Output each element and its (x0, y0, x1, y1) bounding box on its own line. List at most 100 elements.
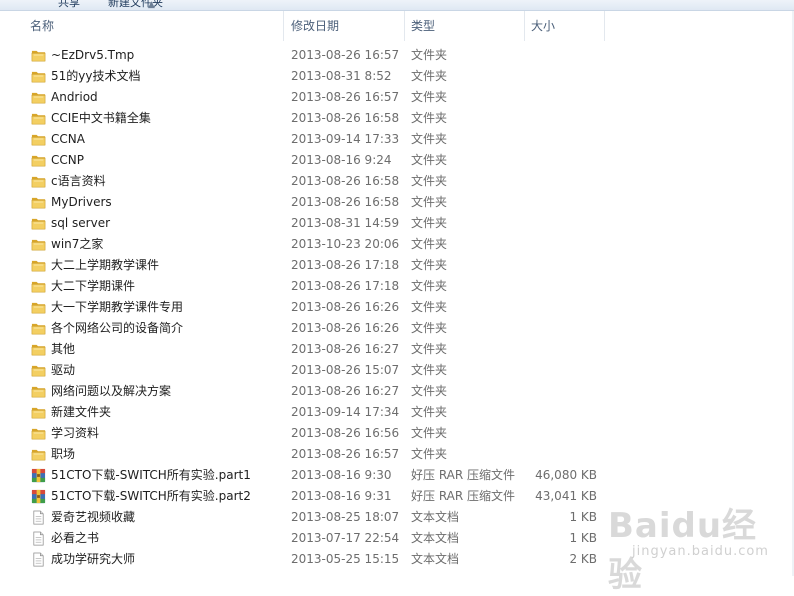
file-row[interactable]: ~EzDrv5.Tmp 2013-08-26 16:57 文件夹 (0, 45, 794, 66)
file-name: 成功学研究大师 (51, 552, 136, 566)
file-name: 51CTO下载-SWITCH所有实验.part1 (51, 468, 251, 482)
file-name: 职场 (51, 447, 76, 461)
file-type: 文本文档 (411, 510, 460, 524)
file-name: 必看之书 (51, 531, 100, 545)
file-name: 驱动 (51, 363, 76, 377)
file-modified-date: 2013-08-26 16:27 (291, 384, 400, 398)
file-name: MyDrivers (51, 195, 112, 209)
file-name: 各个网络公司的设备简介 (51, 321, 184, 335)
file-modified-date: 2013-08-26 16:57 (291, 90, 400, 104)
file-row[interactable]: 大二上学期教学课件 2013-08-26 17:18 文件夹 (0, 255, 794, 276)
file-modified-date: 2013-08-26 15:07 (291, 363, 400, 377)
folder-icon (31, 342, 46, 357)
text-file-icon (31, 552, 46, 567)
file-size: 2 KB (569, 552, 597, 566)
file-row[interactable]: win7之家 2013-10-23 20:06 文件夹 (0, 234, 794, 255)
column-header-size[interactable]: 大小 (525, 11, 605, 41)
file-row[interactable]: CCNP 2013-08-16 9:24 文件夹 (0, 150, 794, 171)
column-header-date[interactable]: 修改日期 (285, 11, 405, 41)
file-modified-date: 2013-07-17 22:54 (291, 531, 400, 545)
file-type: 文件夹 (411, 195, 448, 209)
column-header-type[interactable]: 类型 (405, 11, 525, 41)
folder-icon (31, 132, 46, 147)
file-row[interactable]: CCIE中文书籍全集 2013-08-26 16:58 文件夹 (0, 108, 794, 129)
file-modified-date: 2013-08-16 9:24 (291, 153, 392, 167)
file-modified-date: 2013-09-14 17:33 (291, 132, 400, 146)
file-modified-date: 2013-08-16 9:30 (291, 468, 392, 482)
folder-icon (31, 279, 46, 294)
file-row[interactable]: 51CTO下载-SWITCH所有实验.part1 2013-08-16 9:30 好… (0, 465, 794, 486)
file-modified-date: 2013-08-26 17:18 (291, 279, 400, 293)
file-modified-date: 2013-09-14 17:34 (291, 405, 400, 419)
file-type: 文件夹 (411, 132, 448, 146)
folder-icon (31, 447, 46, 462)
file-type: 文件夹 (411, 90, 448, 104)
file-type: 文本文档 (411, 531, 460, 545)
sort-ascending-icon: ▲ (148, 0, 155, 10)
text-file-icon (31, 531, 46, 546)
file-name: c语言资料 (51, 174, 106, 188)
column-header-date-label: 修改日期 (291, 19, 340, 33)
file-row[interactable]: Andriod 2013-08-26 16:57 文件夹 (0, 87, 794, 108)
file-modified-date: 2013-10-23 20:06 (291, 237, 400, 251)
column-header-type-label: 类型 (411, 19, 436, 33)
file-modified-date: 2013-08-26 16:26 (291, 321, 400, 335)
file-row[interactable]: 驱动 2013-08-26 15:07 文件夹 (0, 360, 794, 381)
file-row[interactable]: sql server 2013-08-31 14:59 文件夹 (0, 213, 794, 234)
file-type: 文件夹 (411, 405, 448, 419)
file-type: 文件夹 (411, 447, 448, 461)
file-name: 大二下学期课件 (51, 279, 136, 293)
folder-icon (31, 174, 46, 189)
file-type: 文本文档 (411, 552, 460, 566)
share-menu-button[interactable]: 共享 (58, 0, 80, 10)
file-row[interactable]: 大二下学期课件 2013-08-26 17:18 文件夹 (0, 276, 794, 297)
file-name: 学习资料 (51, 426, 100, 440)
column-header-name-label: 名称 (30, 19, 55, 33)
file-row[interactable]: 大一下学期教学课件专用 2013-08-26 16:26 文件夹 (0, 297, 794, 318)
folder-icon (31, 384, 46, 399)
file-row[interactable]: 网络问题以及解决方案 2013-08-26 16:27 文件夹 (0, 381, 794, 402)
file-row[interactable]: 51的yy技术文档 2013-08-31 8:52 文件夹 (0, 66, 794, 87)
folder-icon (31, 111, 46, 126)
explorer-toolbar: 共享 新建文件夹 (0, 0, 794, 11)
file-name: ~EzDrv5.Tmp (51, 48, 135, 62)
folder-icon (31, 48, 46, 63)
file-row[interactable]: 职场 2013-08-26 16:57 文件夹 (0, 444, 794, 465)
file-name: sql server (51, 216, 111, 230)
file-row[interactable]: CCNA 2013-09-14 17:33 文件夹 (0, 129, 794, 150)
file-type: 文件夹 (411, 363, 448, 377)
file-name: 其他 (51, 342, 76, 356)
file-type: 文件夹 (411, 321, 448, 335)
file-row[interactable]: 其他 2013-08-26 16:27 文件夹 (0, 339, 794, 360)
file-modified-date: 2013-08-26 16:27 (291, 342, 400, 356)
folder-icon (31, 258, 46, 273)
file-modified-date: 2013-08-26 16:58 (291, 195, 400, 209)
file-name: 大二上学期教学课件 (51, 258, 160, 272)
file-row[interactable]: 各个网络公司的设备简介 2013-08-26 16:26 文件夹 (0, 318, 794, 339)
file-name: 大一下学期教学课件专用 (51, 300, 184, 314)
folder-icon (31, 69, 46, 84)
text-file-icon (31, 510, 46, 525)
file-modified-date: 2013-08-25 18:07 (291, 510, 400, 524)
file-size: 46,080 KB (535, 468, 597, 482)
file-row[interactable]: c语言资料 2013-08-26 16:58 文件夹 (0, 171, 794, 192)
file-type: 文件夹 (411, 237, 448, 251)
watermark-url: jingyan.baidu.com (632, 544, 769, 559)
folder-icon (31, 216, 46, 231)
file-row[interactable]: MyDrivers 2013-08-26 16:58 文件夹 (0, 192, 794, 213)
file-row[interactable]: 新建文件夹 2013-09-14 17:34 文件夹 (0, 402, 794, 423)
file-modified-date: 2013-08-26 16:58 (291, 111, 400, 125)
folder-icon (31, 90, 46, 105)
file-size: 43,041 KB (535, 489, 597, 503)
file-row[interactable]: 学习资料 2013-08-26 16:56 文件夹 (0, 423, 794, 444)
file-type: 好压 RAR 压缩文件 (411, 489, 516, 503)
file-size: 1 KB (569, 510, 597, 524)
folder-icon (31, 300, 46, 315)
file-name: 爱奇艺视频收藏 (51, 510, 136, 524)
folder-icon (31, 405, 46, 420)
column-header-name[interactable]: 名称 (24, 11, 284, 41)
file-name: 网络问题以及解决方案 (51, 384, 172, 398)
column-header-row: ▲ 名称 修改日期 类型 大小 (0, 0, 794, 41)
file-type: 文件夹 (411, 426, 448, 440)
file-modified-date: 2013-08-26 16:58 (291, 174, 400, 188)
